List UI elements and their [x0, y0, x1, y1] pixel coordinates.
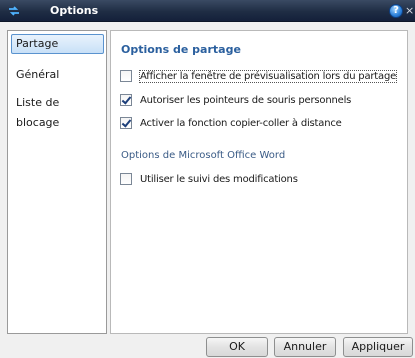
share-arrows-icon — [9, 6, 19, 16]
close-icon[interactable]: × — [405, 3, 415, 19]
option-mouse-pointers[interactable]: Autoriser les pointeurs de souris person… — [120, 92, 351, 108]
cancel-button[interactable]: Annuler — [274, 337, 336, 357]
option-label: Autoriser les pointeurs de souris person… — [140, 94, 352, 106]
apply-button[interactable]: Appliquer — [343, 337, 413, 357]
window-title: Options — [50, 4, 99, 17]
sidebar-item-partage[interactable]: Partage — [11, 34, 104, 54]
track-changes-checkbox[interactable] — [120, 173, 132, 185]
title-bar: Options ? × — [0, 0, 415, 22]
sidebar: Partage Général Liste de blocage — [7, 30, 107, 334]
option-label: Afficher la fenêtre de prévisualisation … — [138, 69, 398, 83]
options-panel: Options de partage Afficher la fenêtre d… — [110, 30, 408, 334]
option-preview-window[interactable]: Afficher la fenêtre de prévisualisation … — [120, 68, 398, 84]
option-remote-copy-paste[interactable]: Activer la fonction copier-coller à dist… — [120, 115, 342, 131]
option-label: Utiliser le suivi des modifications — [140, 173, 298, 185]
sidebar-item-liste-de-blocage[interactable]: Liste de blocage — [11, 93, 104, 129]
mouse-pointers-checkbox[interactable] — [120, 94, 132, 106]
option-track-changes[interactable]: Utiliser le suivi des modifications — [120, 171, 298, 187]
option-label: Activer la fonction copier-coller à dist… — [140, 117, 342, 129]
sidebar-item-general[interactable]: Général — [11, 65, 104, 85]
section-title-partage: Options de partage — [121, 43, 241, 56]
help-icon[interactable]: ? — [389, 4, 403, 18]
section-title-office-word: Options de Microsoft Office Word — [121, 150, 286, 161]
preview-window-checkbox[interactable] — [120, 70, 132, 82]
ok-button[interactable]: OK — [206, 337, 268, 357]
remote-copy-paste-checkbox[interactable] — [120, 117, 132, 129]
